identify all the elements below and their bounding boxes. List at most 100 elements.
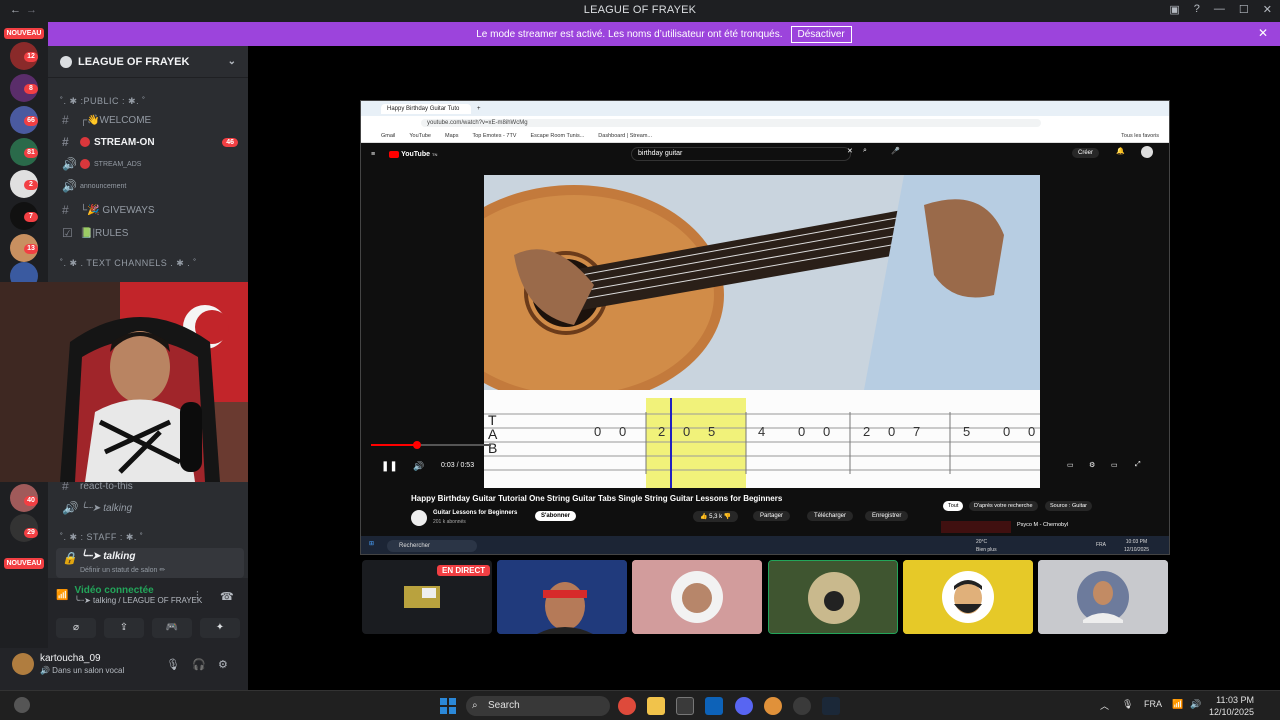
all-bookmarks[interactable]: Tous les favoris: [1121, 133, 1159, 139]
file-explorer-icon[interactable]: [647, 697, 665, 715]
windows-start-icon[interactable]: [440, 698, 456, 714]
category-text-channels[interactable]: ˚. ✱ . TEXT CHANNELS . ✱ . ˚: [60, 258, 197, 269]
server-header[interactable]: LEAGUE OF FRAYEK ⌄: [48, 46, 248, 78]
bookmark[interactable]: Top Emotes - 7TV: [472, 133, 516, 139]
up-next-title[interactable]: Psyco M - Chernobyl: [1017, 522, 1068, 528]
screen-share-icon[interactable]: ⇪: [104, 618, 144, 638]
bookmark[interactable]: Escape Room Tunis...: [530, 133, 584, 139]
channel-rules[interactable]: ☑ 📗|RULES: [56, 223, 244, 243]
help-icon[interactable]: ?: [1194, 3, 1200, 16]
microphone-icon[interactable]: 🎙: [166, 658, 180, 671]
fullscreen-icon[interactable]: ⤢: [1135, 461, 1141, 469]
chip-source[interactable]: Source : Guitar: [1045, 501, 1092, 511]
bookmark[interactable]: Gmail: [381, 133, 395, 139]
gear-icon[interactable]: ⚙: [218, 658, 228, 671]
account-avatar[interactable]: [1141, 146, 1153, 158]
participant-tile-user-cartoon[interactable]: [768, 560, 898, 634]
channel-status-hint[interactable]: Définir un statut de salon ✏: [80, 566, 165, 574]
miniplayer-icon[interactable]: ▭: [1067, 461, 1074, 469]
headphones-icon[interactable]: 🎧: [192, 658, 206, 671]
youtube-search-input[interactable]: birthday guitar: [631, 147, 851, 161]
taskbar-search-box[interactable]: ⌕ Search: [466, 696, 610, 716]
chevron-up-icon[interactable]: ︿: [1100, 699, 1109, 712]
browser-tab[interactable]: Happy Birthday Guitar Tuto: [381, 103, 471, 114]
video-player[interactable]: T A B 0 0 2 0 5 4 0 0 2 0 7 5 0 0: [484, 175, 1040, 488]
maximize-icon[interactable]: ☐: [1239, 3, 1249, 16]
chrome-profile-icon[interactable]: [764, 697, 782, 715]
inner-search-box[interactable]: Rechercher: [387, 540, 477, 552]
streamer-mode-banner: Le mode streamer est activé. Les noms d’…: [48, 22, 1280, 46]
participant-tile-user-headband[interactable]: [497, 560, 627, 634]
video-progress-bar[interactable]: [371, 441, 491, 449]
like-button[interactable]: 👍 5,3 k 👎: [693, 511, 739, 522]
download-button[interactable]: Télécharger: [807, 511, 854, 521]
voice-location[interactable]: ╰┈➤ talking / LEAGUE OF FRAYEK: [74, 596, 202, 605]
disable-streamer-mode-button[interactable]: Désactiver: [790, 25, 852, 43]
settings-icon[interactable]: ⚙: [1089, 461, 1095, 469]
video-scrubber-handle[interactable]: [413, 441, 421, 449]
microphone-tray-icon[interactable]: 🎙: [1122, 699, 1133, 710]
taskbar-lang[interactable]: FRA: [1144, 699, 1162, 709]
youtube-logo[interactable]: YouTube TN: [389, 150, 437, 158]
voice-status-label[interactable]: Vidéo connectée: [74, 585, 202, 596]
username[interactable]: kartoucha_09: [40, 653, 101, 664]
create-button[interactable]: Créer: [1071, 148, 1099, 158]
activity-icon[interactable]: 🎮: [152, 618, 192, 638]
channel-avatar[interactable]: [411, 510, 427, 526]
category-staff[interactable]: ˚. ✱ : STAFF : ✱. ˚: [60, 532, 143, 543]
windows-start-icon[interactable]: ⊞: [369, 540, 374, 547]
voice-channel-staff-talking[interactable]: 🔒 ╰┈➤ talking Définir un statut de salon…: [56, 548, 244, 578]
clear-search-icon[interactable]: ✕: [847, 147, 853, 155]
pause-icon[interactable]: ❚❚: [381, 461, 398, 472]
disconnect-icon[interactable]: ☎: [220, 590, 234, 603]
channel-name[interactable]: Guitar Lessons for Beginners: [433, 510, 517, 516]
voice-channel-talking[interactable]: 🔊 ╰┈➤ talking: [56, 498, 244, 518]
theater-mode-icon[interactable]: ▭: [1111, 461, 1118, 469]
banner-close-icon[interactable]: ✕: [1258, 26, 1268, 40]
minimize-icon[interactable]: —: [1214, 3, 1225, 16]
save-button[interactable]: Enregistrer: [865, 511, 909, 521]
channel-giveways[interactable]: # └🎉 GIVEWAYS: [56, 200, 244, 220]
channel-stream-ads[interactable]: 🔊 STREAM_ADS: [56, 154, 244, 174]
shared-screen-browser[interactable]: Happy Birthday Guitar Tuto + youtube.com…: [360, 100, 1170, 555]
bookmark[interactable]: Maps: [445, 133, 458, 139]
obs-icon[interactable]: [793, 697, 811, 715]
volume-icon[interactable]: 🔊: [1190, 699, 1201, 710]
taskbar-clock[interactable]: 11:03 PM 12/10/2025: [1209, 694, 1254, 718]
participant-tile-user-keffiyeh[interactable]: [632, 560, 762, 634]
share-button[interactable]: Partager: [753, 511, 791, 521]
inbox-icon[interactable]: ▣: [1169, 3, 1179, 16]
close-icon[interactable]: ✕: [1263, 3, 1272, 16]
noise-suppression-icon[interactable]: ⫶: [196, 590, 199, 603]
participant-tile-user-football[interactable]: [1038, 560, 1168, 634]
wifi-icon[interactable]: 📶: [1172, 699, 1183, 710]
chip-related[interactable]: D'après votre recherche: [969, 501, 1038, 511]
steam-icon[interactable]: [822, 697, 840, 715]
camera-off-icon[interactable]: ⌀: [56, 618, 96, 638]
avatar[interactable]: [12, 653, 34, 675]
up-next-thumbnail[interactable]: [941, 521, 1011, 533]
store-icon[interactable]: [676, 697, 694, 715]
channel-announcement[interactable]: 🔊 announcement: [56, 176, 244, 196]
new-tab-icon[interactable]: +: [477, 106, 481, 112]
channel-stream-on[interactable]: # STREAM-ON 46: [56, 132, 244, 152]
bell-icon[interactable]: 🔔: [1116, 147, 1125, 155]
bookmark[interactable]: YouTube: [409, 133, 431, 139]
chrome-icon[interactable]: [618, 697, 636, 715]
channel-welcome[interactable]: # ┌👋WELCOME: [56, 110, 244, 130]
search-icon[interactable]: ⌕: [863, 147, 867, 155]
bookmark[interactable]: Dashboard | Stream...: [598, 133, 652, 139]
soundboard-icon[interactable]: ✦: [200, 618, 240, 638]
participant-tile-user-beard-avatar[interactable]: [903, 560, 1033, 634]
menu-icon[interactable]: ≡: [371, 151, 375, 158]
subscribe-button[interactable]: S'abonner: [535, 511, 577, 521]
volume-icon[interactable]: 🔊: [413, 461, 424, 472]
widgets-icon[interactable]: [14, 697, 30, 713]
mic-icon[interactable]: 🎤: [891, 147, 900, 155]
url-field[interactable]: youtube.com/watch?v=xE-m8ihWcMg: [421, 118, 1041, 127]
category-public[interactable]: ˚. ✱ :PUBLIC : ✱. ˚: [60, 96, 146, 107]
outlook-icon[interactable]: [705, 697, 723, 715]
inner-taskbar: ⊞ Rechercher 20°C Bien plus FRA 10:03 PM 1…: [361, 536, 1169, 554]
chip-all[interactable]: Tout: [943, 501, 964, 511]
discord-icon[interactable]: [735, 697, 753, 715]
